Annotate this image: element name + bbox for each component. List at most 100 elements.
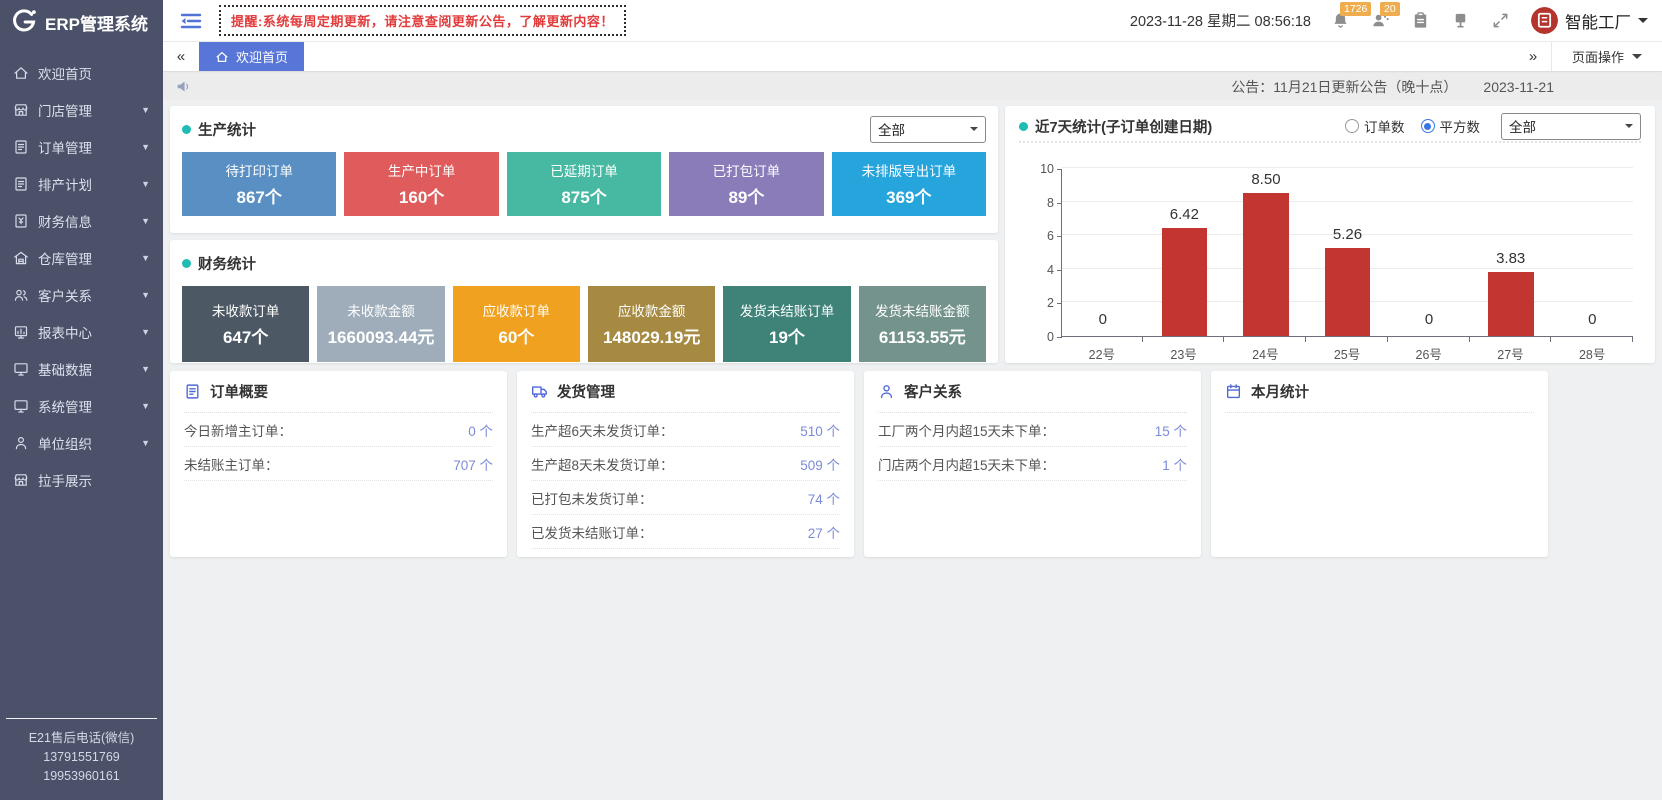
card-value: 60个 <box>498 323 534 348</box>
bar-value-label: 5.26 <box>1307 226 1389 243</box>
summary-panel-title: 客户关系 <box>904 381 962 402</box>
sidebar-item-label: 排产计划 <box>38 174 92 194</box>
bar-23号[interactable] <box>1162 228 1208 336</box>
finance-stat-card[interactable]: 未收款订单647个 <box>182 286 309 362</box>
contacts-badge: 20 <box>1380 2 1400 16</box>
summary-row-value[interactable]: 509 个 <box>800 454 840 474</box>
chart-radio-0[interactable]: 订单数 <box>1345 116 1405 136</box>
clipboard-icon[interactable] <box>1411 11 1431 31</box>
chart-panel-title: 近7天统计(子订单创建日期) <box>1035 116 1212 137</box>
sidebar-item-people-6[interactable]: 客户关系▼ <box>0 276 163 313</box>
summary-row: 已打包未发货订单：74 个 <box>531 481 840 515</box>
production-stat-card[interactable]: 生产中订单160个 <box>344 152 498 216</box>
card-value: 19个 <box>769 323 805 348</box>
y-axis-tick: 2 <box>1047 296 1054 310</box>
sidebar-item-store-11[interactable]: 拉手展示 <box>0 461 163 498</box>
production-stat-card[interactable]: 未排版导出订单369个 <box>832 152 986 216</box>
monitor-icon <box>13 361 29 377</box>
announcement-text[interactable]: 公告：11月21日更新公告（晚十点） <box>1231 77 1457 97</box>
page-actions-menu[interactable]: 页面操作 <box>1551 42 1662 71</box>
sidebar-item-label: 门店管理 <box>38 100 92 120</box>
sidebar-item-label: 系统管理 <box>38 396 92 416</box>
finance-stat-card[interactable]: 发货未结账订单19个 <box>723 286 850 362</box>
summary-row-label: 生产超6天未发货订单： <box>531 420 674 440</box>
production-stat-card[interactable]: 已打包订单89个 <box>669 152 823 216</box>
summary-row-value[interactable]: 1 个 <box>1162 454 1187 474</box>
doc-icon <box>184 383 201 400</box>
sidebar-item-label: 财务信息 <box>38 211 92 231</box>
finance-stat-card[interactable]: 应收款订单60个 <box>453 286 580 362</box>
sidebar-item-label: 拉手展示 <box>38 470 92 490</box>
contacts-icon[interactable]: 20 <box>1371 11 1391 31</box>
chevron-down-icon <box>970 127 978 135</box>
user-name: 智能工厂 <box>1565 9 1631 33</box>
chevron-down-icon: ▼ <box>141 438 150 448</box>
topbar: 提醒:系统每周定期更新，请注意查阅更新公告，了解更新内容！ 2023-11-28… <box>163 0 1662 42</box>
doc-icon <box>13 176 29 192</box>
announcement-date: 2023-11-21 <box>1483 79 1554 95</box>
finance-stat-card[interactable]: 发货未结账金额61153.55元 <box>859 286 986 362</box>
notification-bell-icon[interactable]: 1726 <box>1331 11 1351 31</box>
sidebar-item-monitor-9[interactable]: 系统管理 ▼ <box>0 387 163 424</box>
bar-24号[interactable] <box>1243 193 1289 336</box>
tabs-scroll-left-icon[interactable]: « <box>163 42 199 71</box>
fullscreen-icon[interactable] <box>1491 11 1511 31</box>
sidebar-item-monitor-8[interactable]: 基础数据▼ <box>0 350 163 387</box>
bar-25号[interactable] <box>1325 248 1371 336</box>
summary-row: 今日新增主订单：0 个 <box>184 413 493 447</box>
card-label: 已打包订单 <box>713 160 781 180</box>
summary-row-value[interactable]: 15 个 <box>1155 420 1187 440</box>
chart-filter-select[interactable]: 全部 <box>1501 113 1641 140</box>
sidebar-item-finance-4[interactable]: 财务信息▼ <box>0 202 163 239</box>
sidebar-item-report-7[interactable]: 报表中心▼ <box>0 313 163 350</box>
sidebar-item-doc-3[interactable]: 排产计划▼ <box>0 165 163 202</box>
chart-filter-value: 全部 <box>1509 116 1536 136</box>
card-value: 148029.19元 <box>603 323 700 348</box>
chevron-down-icon: ▼ <box>141 401 150 411</box>
chevron-down-icon: ▼ <box>141 327 150 337</box>
finance-stat-card[interactable]: 应收款金额148029.19元 <box>588 286 715 362</box>
finance-stat-card[interactable]: 未收款金额1660093.44元 <box>317 286 444 362</box>
sidebar-item-store-1[interactable]: 门店管理▼ <box>0 91 163 128</box>
footer-line: 19953960161 <box>6 767 157 786</box>
sidebar-item-home-0[interactable]: 欢迎首页 <box>0 54 163 91</box>
summary-row-label: 工厂两个月内超15天未下单： <box>878 420 1055 440</box>
home-icon <box>215 50 229 64</box>
finance-icon <box>13 213 29 229</box>
tab-home-label: 欢迎首页 <box>236 47 288 66</box>
bar-value-label: 0 <box>1388 311 1470 328</box>
bar-27号[interactable] <box>1488 272 1534 336</box>
production-stat-card[interactable]: 待打印订单867个 <box>182 152 336 216</box>
sidebar-item-doc-2[interactable]: 订单管理▼ <box>0 128 163 165</box>
summary-row-value[interactable]: 27 个 <box>808 522 840 542</box>
truck-icon <box>531 383 548 400</box>
tab-home[interactable]: 欢迎首页 <box>199 42 304 71</box>
collapse-menu-icon[interactable] <box>179 12 203 30</box>
chevron-down-icon: ▼ <box>141 364 150 374</box>
production-filter-select[interactable]: 全部 <box>870 116 986 143</box>
summary-panel-title: 发货管理 <box>557 381 615 402</box>
store-icon <box>13 102 29 118</box>
summary-row-value[interactable]: 0 个 <box>468 420 493 440</box>
summary-panel-0: 订单概要今日新增主订单：0 个未结账主订单：707 个 <box>170 371 507 557</box>
bar-value-label: 8.50 <box>1225 171 1307 188</box>
summary-row-value[interactable]: 510 个 <box>800 420 840 440</box>
summary-row-value[interactable]: 74 个 <box>808 488 840 508</box>
summary-row-value[interactable]: 707 个 <box>453 454 493 474</box>
card-value: 867个 <box>237 183 282 208</box>
screen-record-icon[interactable] <box>1451 11 1471 31</box>
production-stat-card[interactable]: 已延期订单875个 <box>507 152 661 216</box>
summary-row-label: 已发货未结账订单： <box>531 522 653 542</box>
chart-radio-1[interactable]: 平方数 <box>1421 116 1481 136</box>
sidebar-item-person-10[interactable]: 单位组织▼ <box>0 424 163 461</box>
avatar <box>1531 7 1558 34</box>
radio-checked-icon <box>1421 119 1435 133</box>
bell-badge: 1726 <box>1340 2 1371 16</box>
user-menu[interactable]: 智能工厂 <box>1531 7 1648 34</box>
sidebar-item-label: 订单管理 <box>38 137 92 157</box>
sidebar-item-warehouse-5[interactable]: 仓库管理▼ <box>0 239 163 276</box>
app-title: ERP管理系统 <box>45 10 148 35</box>
radio-label: 订单数 <box>1364 116 1405 136</box>
summary-row-label: 未结账主订单： <box>184 454 279 474</box>
tabs-scroll-right-icon[interactable]: » <box>1515 42 1551 71</box>
